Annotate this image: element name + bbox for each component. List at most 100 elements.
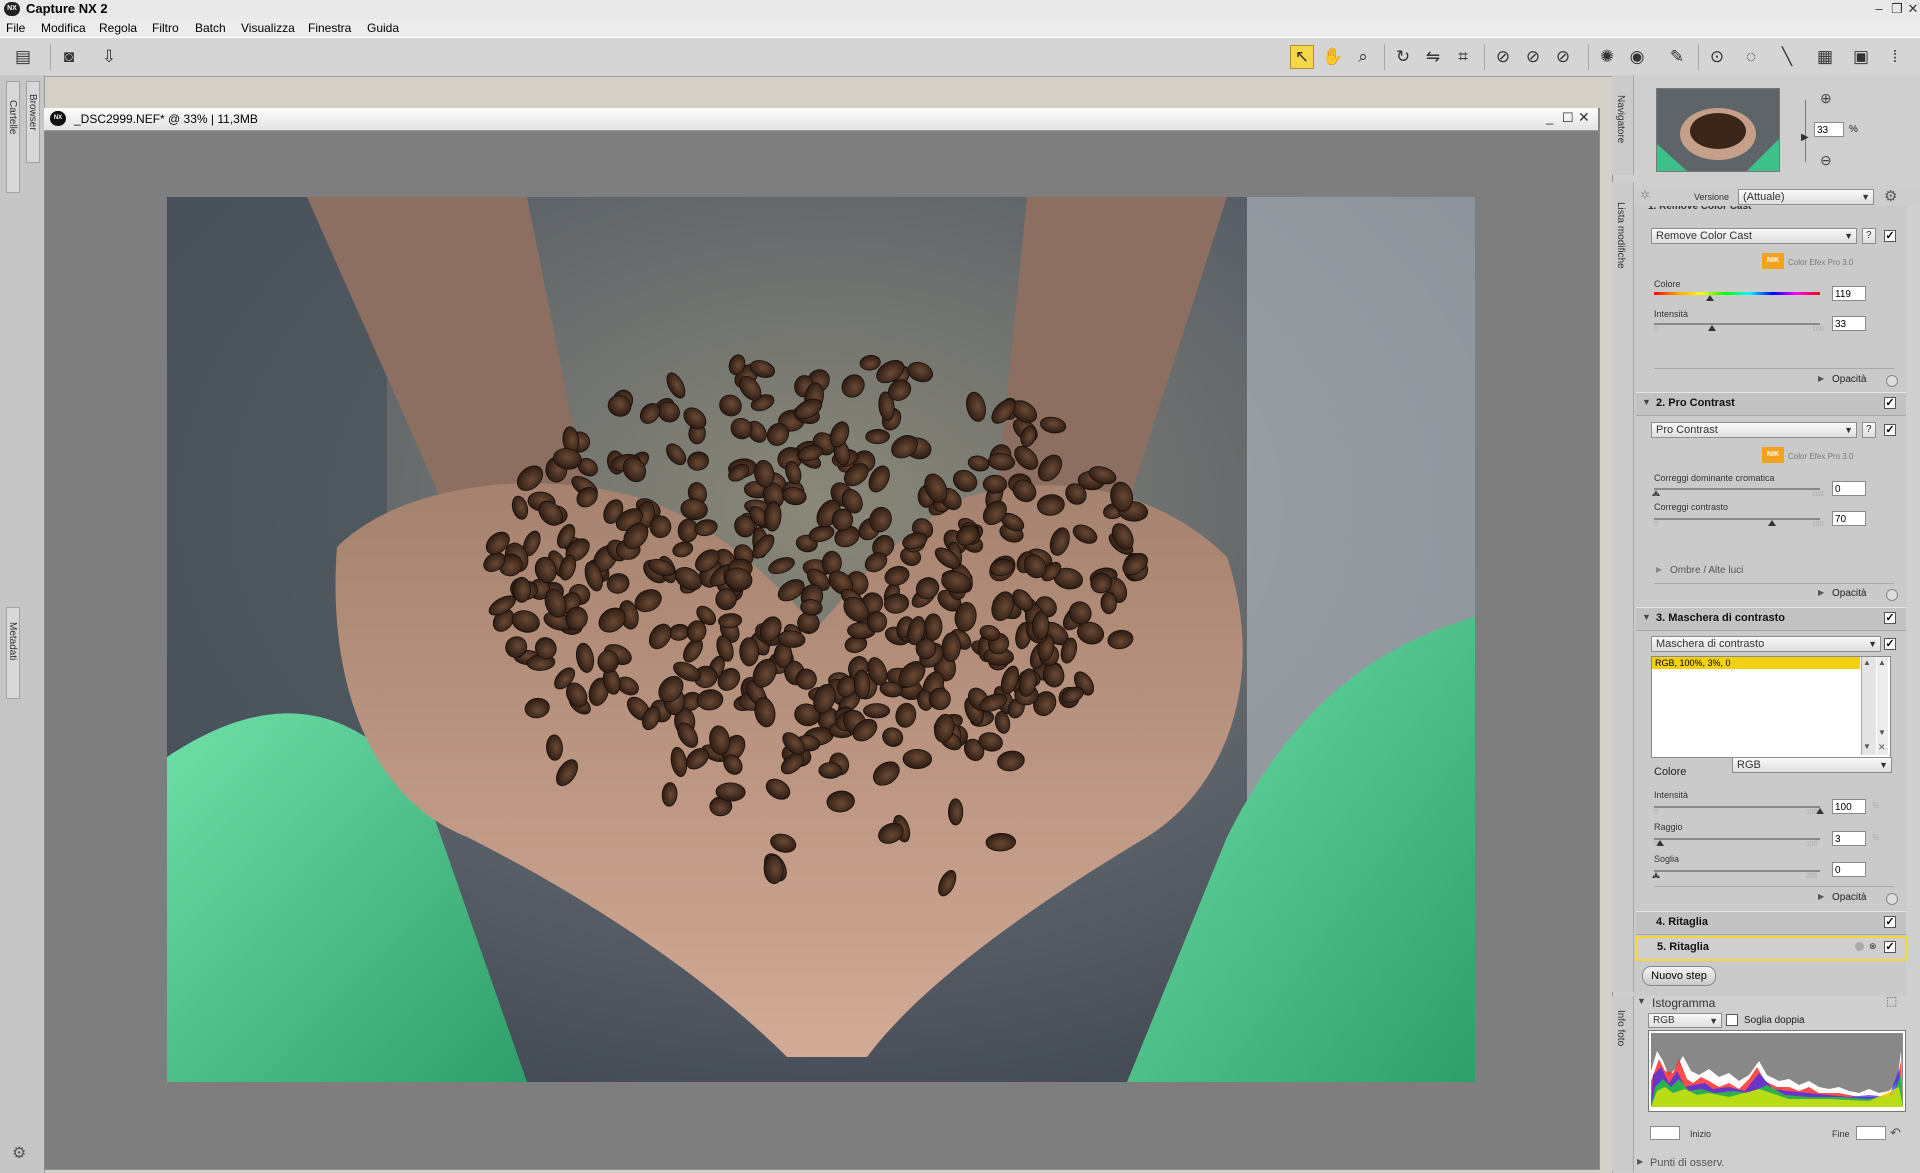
step1-enable-checkbox[interactable]: ✓ bbox=[1884, 230, 1896, 242]
step1-opacity-radio[interactable] bbox=[1886, 375, 1898, 387]
step2-help-button[interactable]: ? bbox=[1862, 422, 1876, 438]
step3-raggio-slider[interactable] bbox=[1654, 838, 1820, 840]
navigator-thumbnail[interactable] bbox=[1656, 88, 1780, 172]
hand-tool-icon[interactable]: ✋ bbox=[1322, 46, 1344, 68]
more-tools-icon[interactable]: ⁞ bbox=[1884, 46, 1906, 68]
doc-maximize-button[interactable]: ☐ bbox=[1562, 110, 1574, 126]
step2-contrasto-thumb[interactable] bbox=[1768, 520, 1776, 526]
gear-icon[interactable]: ⚙ bbox=[12, 1143, 26, 1163]
menu-filtro[interactable]: Filtro bbox=[152, 21, 179, 35]
step3-intensita-input[interactable]: 100 bbox=[1832, 799, 1866, 814]
step3-soglia-input[interactable]: 0 bbox=[1832, 862, 1866, 877]
menu-modifica[interactable]: Modifica bbox=[41, 21, 86, 35]
histogram-start-input[interactable] bbox=[1650, 1126, 1680, 1140]
step2-filter-checkbox[interactable]: ✓ bbox=[1884, 424, 1896, 436]
step1-help-button[interactable]: ? bbox=[1862, 228, 1876, 244]
collapse-triangle-icon[interactable]: ▼ bbox=[1642, 397, 1651, 407]
menu-finestra[interactable]: Finestra bbox=[308, 21, 351, 35]
scroll-up-icon[interactable]: ▲ bbox=[1863, 658, 1871, 667]
step1-colore-thumb[interactable] bbox=[1706, 295, 1714, 301]
new-step-button[interactable]: Nuovo step bbox=[1642, 966, 1716, 986]
step5-mask-icon[interactable] bbox=[1855, 942, 1864, 951]
reset-icon[interactable]: ↶ bbox=[1890, 1125, 1901, 1141]
menu-batch[interactable]: Batch bbox=[195, 21, 226, 35]
zoom-input[interactable]: 33 bbox=[1814, 122, 1844, 137]
step3-filter-dropdown[interactable]: Maschera di contrasto ▼ bbox=[1651, 636, 1881, 652]
step1-intensita-input[interactable]: 33 bbox=[1832, 316, 1866, 331]
menu-guida[interactable]: Guida bbox=[367, 21, 399, 35]
step3-list-item[interactable]: RGB, 100%, 3%, 0 bbox=[1652, 657, 1860, 669]
layout-icon[interactable]: ▤ bbox=[12, 46, 34, 68]
doc-minimize-button[interactable]: _ bbox=[1546, 110, 1553, 125]
camera-icon[interactable]: ◙ bbox=[58, 46, 80, 68]
histogram-end-input[interactable] bbox=[1856, 1126, 1886, 1140]
step2-enable-checkbox[interactable]: ✓ bbox=[1884, 397, 1896, 409]
step2-opacity-expand-icon[interactable]: ▶ bbox=[1818, 588, 1824, 597]
step5-enable-checkbox[interactable]: ✓ bbox=[1884, 941, 1896, 953]
step2-filter-dropdown[interactable]: Pro Contrast ▼ bbox=[1651, 422, 1857, 438]
brush-icon[interactable]: ╲ bbox=[1776, 46, 1798, 68]
straighten-icon[interactable]: ⇋ bbox=[1422, 46, 1444, 68]
settings-gear-icon[interactable]: ⚙ bbox=[1884, 187, 1897, 205]
menu-visualizza[interactable]: Visualizza bbox=[241, 21, 295, 35]
zoom-tool-icon[interactable]: ⌕ bbox=[1352, 46, 1374, 68]
step3-opacity-radio[interactable] bbox=[1886, 893, 1898, 905]
step5-header[interactable]: 5. Ritaglia ⊗ ✓ bbox=[1635, 936, 1907, 961]
histogram-collapse-icon[interactable]: ▼ bbox=[1637, 996, 1646, 1006]
zoom-slider-thumb[interactable]: ▶ bbox=[1801, 132, 1809, 143]
menu-regola[interactable]: Regola bbox=[99, 21, 137, 35]
zoom-out-icon[interactable]: ⊖ bbox=[1820, 152, 1832, 169]
step1-colore-slider[interactable] bbox=[1654, 292, 1820, 295]
minimize-button[interactable]: – bbox=[1870, 1, 1888, 17]
rotate-icon[interactable]: ↻ bbox=[1392, 46, 1414, 68]
histogram-graph[interactable] bbox=[1648, 1030, 1906, 1112]
step2-header[interactable]: ▼ 2. Pro Contrast ✓ bbox=[1636, 392, 1906, 416]
list-up-icon[interactable]: ▲ bbox=[1878, 658, 1886, 667]
delete-icon[interactable]: ✕ bbox=[1878, 742, 1886, 753]
histogram-channel-dropdown[interactable]: RGB ▼ bbox=[1648, 1013, 1722, 1028]
ombre-expand-icon[interactable]: ▶ bbox=[1656, 565, 1662, 574]
ombre-label[interactable]: Ombre / Alte luci bbox=[1670, 565, 1743, 576]
coffee-beans-photo[interactable] bbox=[167, 197, 1475, 1082]
folders-tab[interactable]: Cartelle bbox=[6, 81, 20, 193]
histogram-options-icon[interactable]: ⬚ bbox=[1886, 994, 1897, 1008]
lasso-icon[interactable]: ◌ bbox=[1740, 46, 1762, 68]
step3-enable-checkbox[interactable]: ✓ bbox=[1884, 612, 1896, 624]
step3-filter-checkbox[interactable]: ✓ bbox=[1884, 638, 1896, 650]
scroll-down-icon[interactable]: ▼ bbox=[1863, 742, 1871, 751]
close-button[interactable]: ✕ bbox=[1904, 1, 1920, 17]
step3-list-scrollbar[interactable] bbox=[1861, 657, 1876, 755]
step5-delete-icon[interactable]: ⊗ bbox=[1869, 941, 1877, 952]
step2-opacity-radio[interactable] bbox=[1886, 589, 1898, 601]
step1-opacity-expand-icon[interactable]: ▶ bbox=[1818, 374, 1824, 383]
output-icon[interactable]: ⇩ bbox=[98, 46, 120, 68]
control-point-icon[interactable]: ⊙ bbox=[1706, 46, 1728, 68]
step3-raggio-input[interactable]: 3 bbox=[1832, 831, 1866, 846]
step3-opacity-expand-icon[interactable]: ▶ bbox=[1818, 892, 1824, 901]
step2-dominante-slider[interactable] bbox=[1654, 488, 1820, 490]
watchpoints-expand-icon[interactable]: ▶ bbox=[1637, 1157, 1643, 1166]
navigator-tab[interactable]: Navigatore bbox=[1612, 75, 1634, 175]
step2-contrasto-input[interactable]: 70 bbox=[1832, 511, 1866, 526]
white-point-icon[interactable]: ⊘ bbox=[1552, 46, 1574, 68]
step1-intensita-thumb[interactable] bbox=[1708, 325, 1716, 331]
gradient-icon[interactable]: ▦ bbox=[1814, 46, 1836, 68]
collapse-triangle-icon[interactable]: ▼ bbox=[1642, 612, 1651, 622]
neutral-point-icon[interactable]: ⊘ bbox=[1522, 46, 1544, 68]
step3-header[interactable]: ▼ 3. Maschera di contrasto ✓ bbox=[1636, 607, 1906, 631]
step4-header[interactable]: 4. Ritaglia ✓ bbox=[1636, 911, 1906, 935]
step1-intensita-slider[interactable] bbox=[1654, 323, 1820, 325]
step2-dominante-input[interactable]: 0 bbox=[1832, 481, 1866, 496]
step3-colore-dropdown[interactable]: RGB ▼ bbox=[1732, 757, 1892, 773]
step2-contrasto-slider[interactable] bbox=[1654, 518, 1820, 520]
photo-info-tab[interactable]: Info foto bbox=[1612, 996, 1634, 1172]
zoom-in-icon[interactable]: ⊕ bbox=[1820, 90, 1832, 107]
double-threshold-checkbox[interactable] bbox=[1726, 1014, 1738, 1026]
fill-icon[interactable]: ▣ bbox=[1850, 46, 1872, 68]
metadata-tab[interactable]: Metadati bbox=[6, 607, 20, 699]
edit-list-tab[interactable]: Lista modifiche bbox=[1612, 182, 1634, 992]
step3-intensita-slider[interactable] bbox=[1654, 806, 1820, 808]
eye-icon[interactable]: ◉ bbox=[1626, 46, 1648, 68]
watchpoints-label[interactable]: Punti di osserv. bbox=[1650, 1157, 1724, 1169]
step1-colore-input[interactable]: 119 bbox=[1832, 286, 1866, 301]
